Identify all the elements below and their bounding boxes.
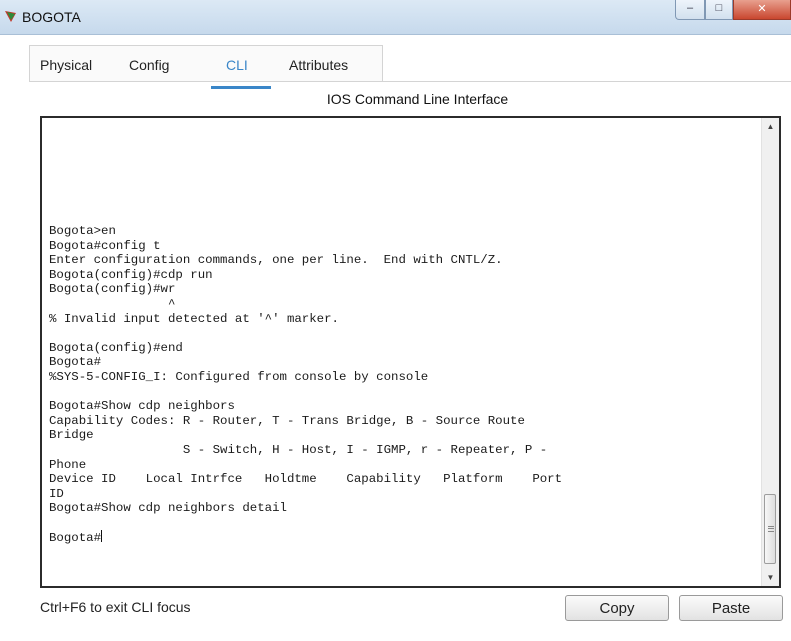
tab-attributes[interactable]: Attributes [289,57,348,73]
maximize-icon: □ [715,2,723,14]
scrollbar-thumb[interactable] [764,494,776,564]
cli-line: Bridge [49,428,94,443]
minimize-icon: – [686,2,694,14]
vertical-scrollbar[interactable]: ▲ ▼ [761,118,779,586]
cli-header-label: IOS Command Line Interface [326,91,509,107]
minimize-button[interactable]: – [675,0,705,20]
cli-line: Phone [49,457,87,472]
cli-line: S - Switch, H - Host, I - IGMP, r - Repe… [182,442,548,457]
paste-button[interactable]: Paste [679,595,783,621]
tab-config[interactable]: Config [129,57,169,73]
copy-button[interactable]: Copy [565,595,669,621]
cli-line: % Invalid input detected at '^' marker. [49,311,339,326]
cli-output[interactable]: Bogota>en Bogota#config t Enter configur… [49,224,562,546]
scroll-up-arrow-icon[interactable]: ▲ [762,118,779,135]
tab-physical[interactable]: Physical [40,57,92,73]
packet-tracer-app-icon [5,11,16,22]
close-button[interactable]: ✕ [733,0,791,20]
scrollbar-grip-icon [768,526,774,532]
window-title-bar[interactable]: BOGOTA – □ ✕ [0,0,791,35]
cli-line: ^ [167,296,176,311]
text-cursor [101,530,103,543]
cli-line: Bogota#Show cdp neighbors [49,399,235,414]
close-icon: ✕ [757,3,767,15]
window-title: BOGOTA [22,9,81,25]
tab-panel-divider [29,81,791,82]
cli-line: Enter configuration commands, one per li… [49,253,503,268]
cli-terminal[interactable]: Bogota>en Bogota#config t Enter configur… [40,116,781,588]
active-tab-indicator [211,86,271,89]
cli-header: IOS Command Line Interface [0,91,791,107]
cli-line: Bogota# [49,355,102,370]
cli-line: Bogota#config t [49,238,161,253]
cli-line: ID [49,486,64,501]
tab-cli[interactable]: CLI [226,57,248,73]
cli-line: Bogota(config)#cdp run [49,267,213,282]
cli-prompt: Bogota# [49,531,102,546]
cli-line: Bogota(config)#wr [49,282,176,297]
cli-line: Bogota>en [49,224,116,238]
cli-line: Bogota(config)#end [49,340,183,355]
maximize-button[interactable]: □ [705,0,733,20]
cli-line: %SYS-5-CONFIG_I: Configured from console… [49,369,429,384]
cli-line: Bogota#Show cdp neighbors detail [49,501,287,516]
scroll-down-arrow-icon[interactable]: ▼ [762,569,779,586]
cli-line: Capability Codes: R - Router, T - Trans … [49,413,525,428]
cli-history: Bogota>en Bogota#config t Enter configur… [49,224,562,515]
tab-bar: Physical Config CLI Attributes [29,45,383,82]
cli-line: Device ID Local Intrfce Holdtme Capabili… [49,472,563,487]
cli-focus-hint: Ctrl+F6 to exit CLI focus [40,599,191,615]
